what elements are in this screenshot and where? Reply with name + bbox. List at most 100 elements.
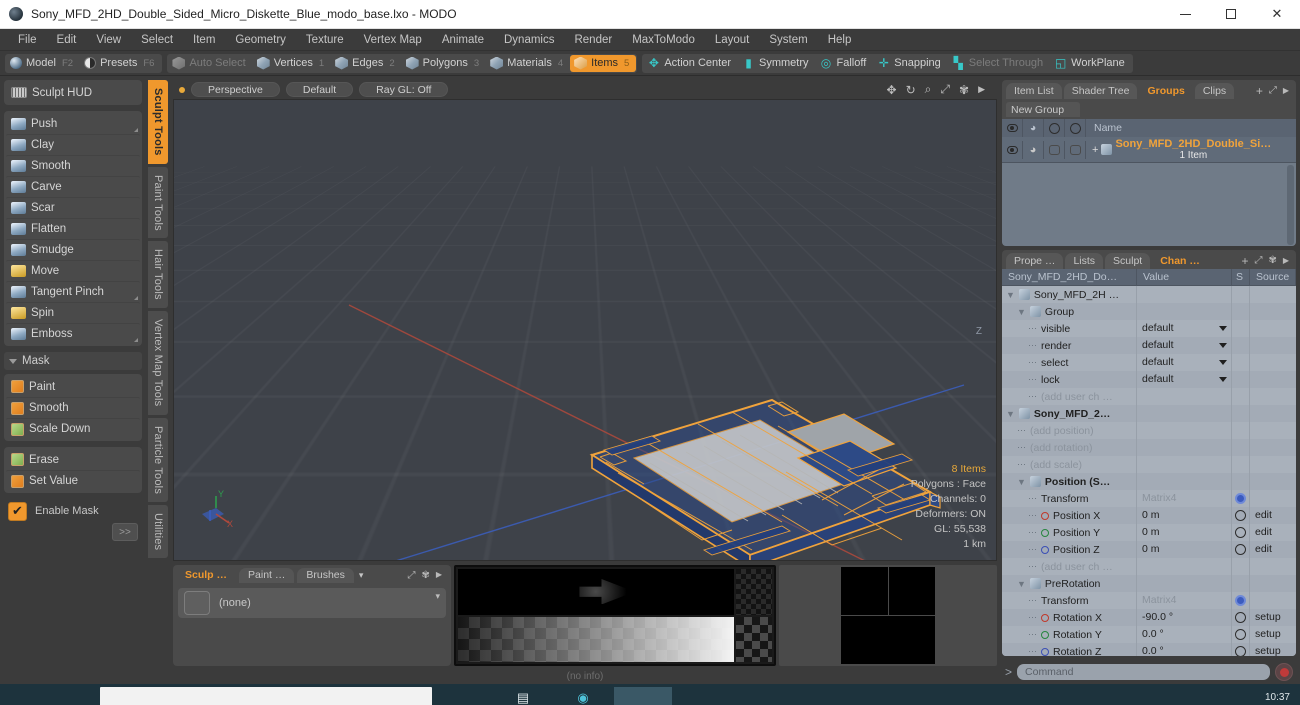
channel-row[interactable]: ⋯ Rotation Y 0.0 ° setup bbox=[1002, 626, 1296, 643]
mask-section-header[interactable]: Mask bbox=[4, 352, 142, 370]
chevron-down-icon[interactable] bbox=[1219, 360, 1227, 365]
gear-icon[interactable] bbox=[1235, 493, 1246, 504]
channel-state-icon[interactable] bbox=[1235, 544, 1246, 555]
channel-row[interactable]: ⋯ select default bbox=[1002, 354, 1296, 371]
fit-icon[interactable]: ⤢ bbox=[940, 82, 950, 97]
record-icon[interactable] bbox=[1275, 663, 1293, 681]
new-group-button[interactable]: New Group bbox=[1006, 102, 1080, 117]
chevron-right-icon[interactable]: ▶ bbox=[978, 84, 985, 95]
channel-row[interactable]: ⋯ visible default bbox=[1002, 320, 1296, 337]
channel-state-icon[interactable] bbox=[1235, 646, 1246, 656]
menu-item-file[interactable]: File bbox=[8, 29, 47, 51]
vtab-paint-tools[interactable]: Paint Tools bbox=[148, 166, 168, 239]
menu-item-edit[interactable]: Edit bbox=[47, 29, 87, 51]
select-icon[interactable] bbox=[1044, 119, 1065, 137]
channel-row[interactable]: ⋯ Transform Matrix4 bbox=[1002, 490, 1296, 507]
chevron-down-icon[interactable] bbox=[1219, 343, 1227, 348]
expand-icon[interactable]: ⤢ bbox=[1254, 255, 1262, 266]
minimize-button[interactable] bbox=[1162, 0, 1208, 29]
channel-value[interactable]: default bbox=[1142, 354, 1174, 371]
expand-icon[interactable]: ⤢ bbox=[407, 570, 415, 581]
menu-item-system[interactable]: System bbox=[759, 29, 817, 51]
menu-item-vertex-map[interactable]: Vertex Map bbox=[354, 29, 432, 51]
tool-smooth[interactable]: Smooth bbox=[6, 397, 140, 418]
gear-icon[interactable]: ✾ bbox=[1268, 255, 1276, 266]
tool-scar[interactable]: Scar bbox=[6, 197, 140, 218]
tool-flatten[interactable]: Flatten bbox=[6, 218, 140, 239]
tool-paint[interactable]: Paint bbox=[6, 376, 140, 397]
zoom-icon[interactable]: ⌕ bbox=[925, 82, 932, 97]
vtab-hair-tools[interactable]: Hair Tools bbox=[148, 241, 168, 309]
chevron-down-icon[interactable] bbox=[1219, 326, 1227, 331]
taskbar-app-2[interactable]: ▤ bbox=[494, 687, 552, 705]
viewport-projection-button[interactable]: Perspective bbox=[191, 82, 280, 97]
more-tools-button[interactable]: >> bbox=[112, 523, 138, 541]
row-expander[interactable]: + bbox=[1092, 144, 1098, 156]
enable-mask-checkbox[interactable]: ✔ bbox=[8, 501, 27, 521]
mode-button-falloff[interactable]: ◎ Falloff bbox=[816, 55, 874, 72]
mode-button-action-center[interactable]: ✥ Action Center bbox=[643, 55, 738, 72]
render-icon[interactable]: ◕ bbox=[1023, 119, 1044, 137]
mode-button-snapping[interactable]: ✛ Snapping bbox=[873, 55, 948, 72]
vtab-vertex-map-tools[interactable]: Vertex Map Tools bbox=[148, 311, 168, 415]
channel-row[interactable]: ▼ Position (S… bbox=[1002, 473, 1296, 490]
tool-tangent-pinch[interactable]: Tangent Pinch bbox=[6, 281, 140, 302]
close-button[interactable]: ✕ bbox=[1254, 0, 1300, 29]
tool-move[interactable]: Move bbox=[6, 260, 140, 281]
vtab-utilities[interactable]: Utilities bbox=[148, 504, 168, 558]
mode-button-model[interactable]: Model F2 bbox=[6, 55, 80, 72]
channel-value[interactable]: Matrix4 bbox=[1142, 490, 1176, 507]
taskbar-app-3[interactable]: ◉ bbox=[554, 687, 612, 705]
menu-item-dynamics[interactable]: Dynamics bbox=[494, 29, 564, 51]
mode-button-polygons[interactable]: Polygons 3 bbox=[402, 55, 487, 72]
eye-icon[interactable] bbox=[1002, 119, 1023, 137]
channel-value[interactable]: 0.0 ° bbox=[1142, 643, 1164, 656]
taskbar-app-modo[interactable] bbox=[614, 686, 672, 705]
taskbar-app-5[interactable] bbox=[674, 687, 732, 705]
tab-chan[interactable]: Chan … bbox=[1152, 252, 1208, 269]
channel-row[interactable]: ⋯ (add rotation) bbox=[1002, 439, 1296, 456]
vtab-sculpt-tools[interactable]: Sculpt Tools bbox=[148, 80, 168, 164]
chevron-right-icon[interactable]: ▶ bbox=[1283, 86, 1289, 95]
menu-item-select[interactable]: Select bbox=[131, 29, 183, 51]
mode-button-items[interactable]: Items 5 bbox=[570, 54, 637, 72]
row-lock-toggle[interactable] bbox=[1065, 140, 1086, 159]
chevron-down-icon[interactable]: ▾ bbox=[359, 570, 364, 581]
lock-icon[interactable] bbox=[1065, 119, 1086, 137]
chevron-down-icon[interactable]: ▾ bbox=[435, 591, 440, 602]
channel-row[interactable]: ⋯ render default bbox=[1002, 337, 1296, 354]
channel-row[interactable]: ⋯ Rotation Z 0.0 ° setup bbox=[1002, 643, 1296, 656]
tool-erase[interactable]: Erase bbox=[6, 449, 140, 470]
channel-row[interactable]: ⋯ Position Y 0 m edit bbox=[1002, 524, 1296, 541]
chevron-down-icon[interactable]: ▼ bbox=[1017, 307, 1026, 317]
add-tab-button[interactable]: + bbox=[1241, 254, 1248, 268]
mode-button-select-through[interactable]: ▚ Select Through bbox=[948, 55, 1050, 72]
channel-row[interactable]: ⋯ Position X 0 m edit bbox=[1002, 507, 1296, 524]
chevron-down-icon[interactable]: ▼ bbox=[1006, 409, 1015, 419]
tab-item-list[interactable]: Item List bbox=[1006, 82, 1062, 99]
tab-clips[interactable]: Clips bbox=[1194, 82, 1235, 99]
tool-carve[interactable]: Carve bbox=[6, 176, 140, 197]
gear-icon[interactable]: ✾ bbox=[959, 83, 969, 97]
bottom-tab-1[interactable]: Paint … bbox=[239, 567, 295, 583]
tool-smooth[interactable]: Smooth bbox=[6, 155, 140, 176]
row-select-toggle[interactable] bbox=[1044, 140, 1065, 159]
chevron-down-icon[interactable] bbox=[1219, 377, 1227, 382]
tool-scale-down[interactable]: Scale Down bbox=[6, 418, 140, 439]
gear-icon[interactable] bbox=[1235, 595, 1246, 606]
tool-smudge[interactable]: Smudge bbox=[6, 239, 140, 260]
bottom-tab-0[interactable]: Sculp … bbox=[176, 567, 237, 583]
channel-value[interactable]: 0 m bbox=[1142, 507, 1160, 524]
channel-row[interactable]: ⋯ Rotation X -90.0 ° setup bbox=[1002, 609, 1296, 626]
channel-row[interactable]: ⋯ (add position) bbox=[1002, 422, 1296, 439]
chevron-right-icon[interactable]: ▶ bbox=[1283, 256, 1289, 265]
channel-row[interactable]: ▼ Sony_MFD_2H … bbox=[1002, 286, 1296, 303]
channel-row[interactable]: ▼ Group bbox=[1002, 303, 1296, 320]
rotate-icon[interactable]: ↻ bbox=[906, 83, 916, 97]
channel-row[interactable]: ⋯ (add scale) bbox=[1002, 456, 1296, 473]
menu-item-animate[interactable]: Animate bbox=[432, 29, 494, 51]
taskbar-clock[interactable]: 10:37 bbox=[1265, 692, 1300, 704]
channel-row[interactable]: ▼ PreRotation bbox=[1002, 575, 1296, 592]
channel-value[interactable]: Matrix4 bbox=[1142, 592, 1176, 609]
menu-item-help[interactable]: Help bbox=[818, 29, 862, 51]
